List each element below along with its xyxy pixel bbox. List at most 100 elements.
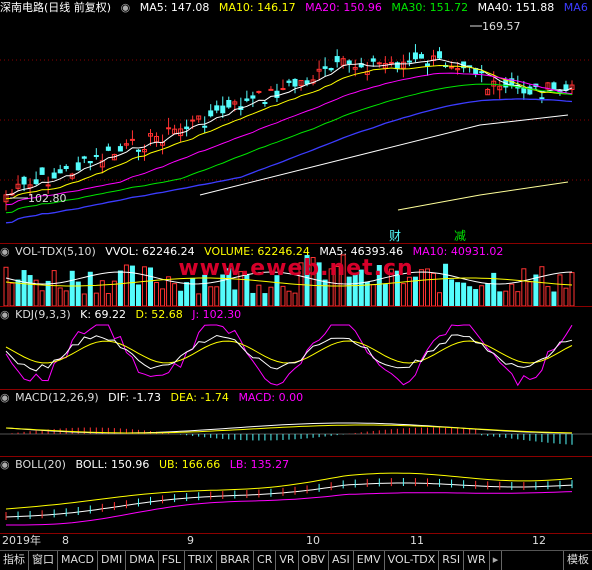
tab-dmi[interactable]: DMI [98, 551, 127, 570]
tab-fsl[interactable]: FSL [159, 551, 185, 570]
price-panel[interactable]: 深南电路(日线 前复权) ◉ MA5: 147.08 MA10: 146.17 … [0, 0, 592, 243]
tab-template[interactable]: 模板 [563, 551, 592, 570]
candle-body [274, 90, 280, 98]
volume-bar [551, 291, 557, 306]
volume-bar [527, 281, 533, 306]
tab-trix[interactable]: TRIX [185, 551, 218, 570]
macd-dea-line [5, 424, 573, 434]
peak-price-label: 169.57 [482, 20, 521, 33]
candle-body [244, 98, 250, 101]
tab-vr[interactable]: VR [276, 551, 299, 570]
volume-bar [15, 279, 21, 306]
kdj-panel[interactable]: ◉ KDJ(9,3,3) K: 69.22 D: 52.68 J: 102.30 [0, 307, 592, 389]
candle-body [406, 60, 412, 63]
watermark: www.eweb.net.cn [178, 256, 414, 281]
macd-chart[interactable] [0, 390, 592, 456]
candle-body [214, 105, 220, 111]
candle-body [129, 138, 135, 141]
long-ma-line [199, 114, 569, 196]
tab-asi[interactable]: ASI [329, 551, 354, 570]
tab-window[interactable]: 窗口 [29, 551, 58, 570]
event-marker-earnings[interactable]: 财 [389, 227, 401, 244]
axis-month-9: 9 [187, 534, 194, 547]
volume-bar [81, 293, 87, 306]
candle-body [334, 56, 340, 63]
volume-bar [93, 292, 99, 306]
tab-cr[interactable]: CR [254, 551, 277, 570]
tab-obv[interactable]: OBV [299, 551, 329, 570]
axis-month-12: 12 [532, 534, 546, 547]
tab-brar[interactable]: BRAR [217, 551, 255, 570]
candle-body [135, 149, 141, 152]
candle-body [328, 68, 334, 71]
candle-body [63, 165, 69, 170]
volume-bar [515, 291, 521, 306]
volume-bar [497, 291, 503, 306]
candle-body [117, 146, 123, 152]
candle-body [208, 110, 214, 117]
volume-bar [563, 287, 569, 306]
candle-body [250, 95, 256, 99]
candle-body [280, 88, 286, 91]
indicator-tab-bar: 指标 窗口 MACD DMI DMA FSL TRIX BRAR CR VR O… [0, 550, 592, 570]
tab-indicator[interactable]: 指标 [0, 551, 29, 570]
volume-bar [461, 282, 467, 306]
candle-body [226, 99, 232, 108]
boll-upper-band [5, 472, 573, 510]
price-chart[interactable] [0, 0, 592, 243]
volume-bar [160, 288, 166, 306]
boll-panel[interactable]: ◉ BOLL(20) BOLL: 150.96 UB: 166.66 LB: 1… [0, 457, 592, 533]
volume-bar [545, 286, 551, 306]
longest-ma-line [397, 181, 569, 211]
candle-body [57, 169, 63, 174]
candle-body [424, 63, 430, 67]
volume-bar [286, 290, 292, 306]
boll-chart[interactable] [0, 457, 592, 533]
candle-body [39, 167, 45, 175]
volume-bar [503, 290, 509, 306]
volume-bar [196, 293, 202, 306]
candle-body [184, 126, 190, 130]
volume-bar [190, 277, 196, 306]
volume-bar [400, 283, 406, 306]
volume-bar [63, 290, 69, 306]
kdj-k-line [5, 334, 573, 372]
candle-body [93, 155, 99, 158]
volume-bar [250, 292, 256, 306]
scroll-right-icon[interactable]: ▸ [490, 551, 503, 570]
kdj-j-line [5, 324, 573, 387]
volume-bar [268, 286, 274, 306]
volume-bar [208, 286, 214, 306]
volume-bar [9, 282, 15, 306]
volume-bar [346, 276, 352, 306]
tab-wr[interactable]: WR [464, 551, 490, 570]
tab-dma[interactable]: DMA [126, 551, 159, 570]
boll-lower-band [6, 491, 573, 526]
candle-body [539, 97, 545, 100]
volume-bar [39, 290, 45, 306]
volume-bar [214, 286, 220, 306]
candle-body [388, 61, 394, 64]
volume-bar [135, 284, 141, 306]
volume-bar [485, 283, 491, 306]
tab-vol-tdx[interactable]: VOL-TDX [385, 551, 440, 570]
candle-body [412, 52, 418, 60]
candle-body [45, 184, 51, 187]
candle-body [346, 60, 352, 64]
kdj-chart[interactable] [0, 307, 592, 389]
macd-dif-line [5, 422, 572, 434]
candle-body [75, 162, 81, 171]
tab-emv[interactable]: EMV [354, 551, 385, 570]
volume-bar [256, 284, 262, 306]
event-marker-reduce[interactable]: 减 [454, 227, 466, 244]
candle-body [449, 66, 455, 69]
volume-bar [437, 292, 443, 306]
volume-bar [292, 292, 298, 306]
candle-body [202, 125, 208, 128]
volume-bar [172, 283, 178, 306]
volume-bar [509, 283, 515, 306]
tab-macd[interactable]: MACD [58, 551, 98, 570]
tab-rsi[interactable]: RSI [439, 551, 465, 570]
macd-panel[interactable]: ◉ MACD(12,26,9) DIF: -1.73 DEA: -1.74 MA… [0, 390, 592, 456]
candle-body [376, 62, 382, 65]
